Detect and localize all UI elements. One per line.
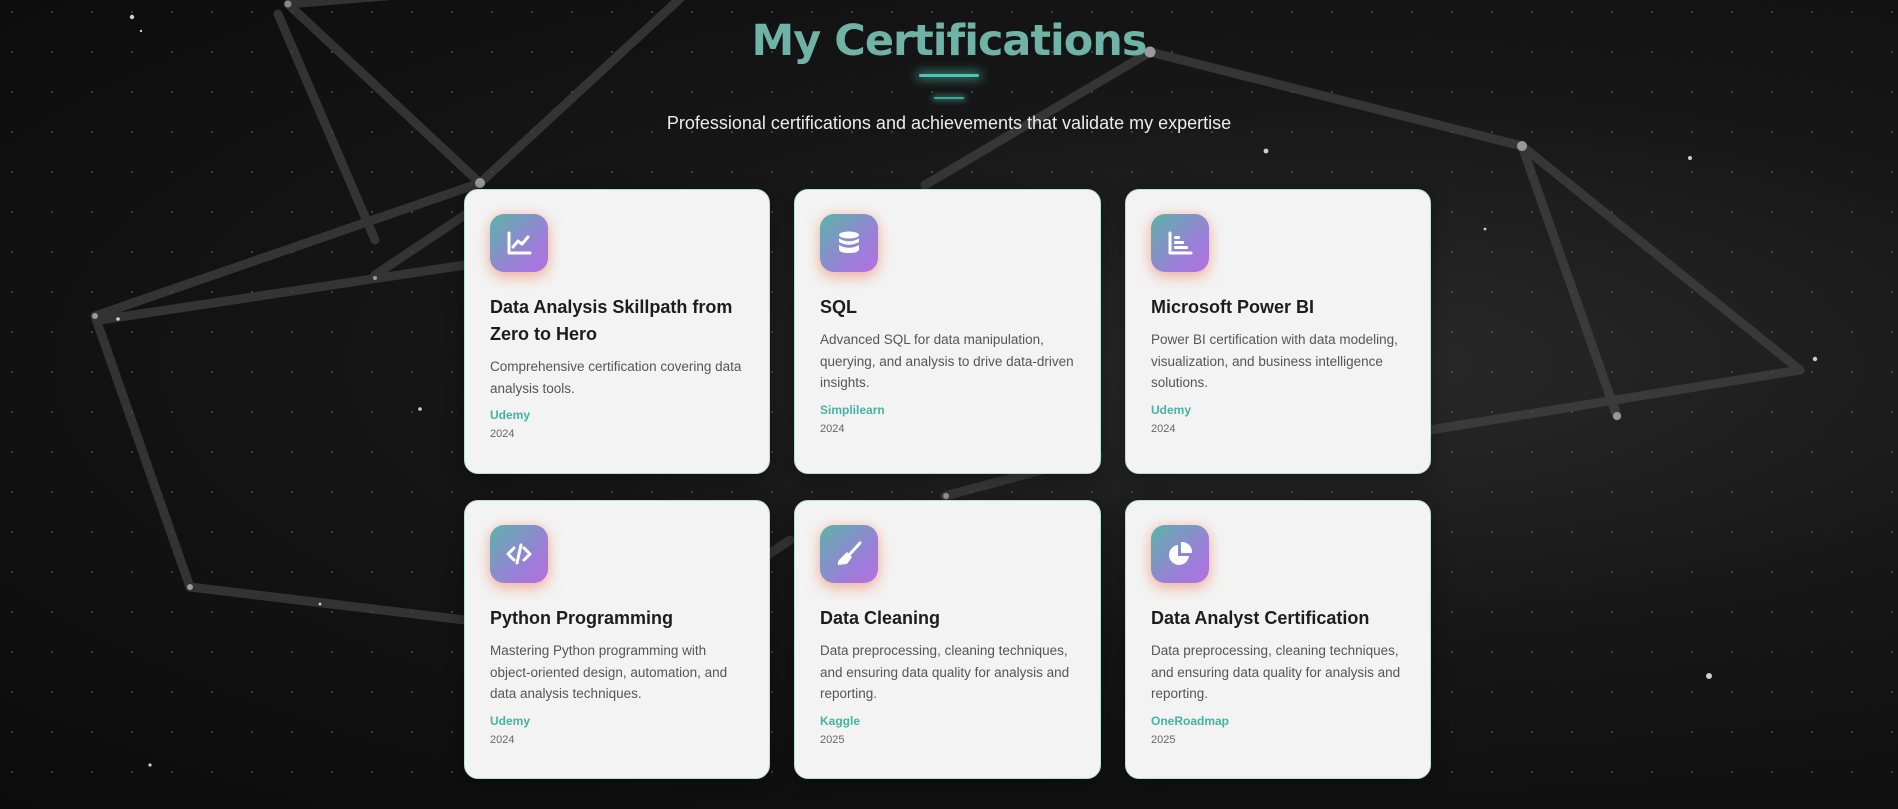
certification-year: 2024 — [1151, 422, 1176, 435]
certifications-grid: Data Analysis Skillpath from Zero to Her… — [464, 189, 1431, 474]
certification-title: Python Programming — [490, 608, 674, 628]
certification-card[interactable]: Data Analyst Certification Data preproce… — [1125, 500, 1431, 779]
certification-year: 2025 — [1151, 733, 1176, 746]
certification-card[interactable]: Data Analysis Skillpath from Zero to Her… — [464, 189, 770, 474]
certification-title: SQL — [820, 297, 858, 317]
certification-issuer: Udemy — [490, 408, 531, 422]
certification-title: Microsoft Power BI — [1151, 297, 1315, 317]
certification-year: 2024 — [490, 733, 515, 746]
certification-title: Data Analysis Skillpath from Zero to Her… — [490, 297, 733, 344]
certification-issuer: OneRoadmap — [1151, 713, 1230, 728]
certification-year: 2025 — [820, 733, 845, 746]
certification-issuer: Udemy — [490, 713, 531, 728]
certification-card[interactable]: SQL Advanced SQL for data manipulation, … — [794, 189, 1101, 474]
bar-chart-icon — [1151, 214, 1209, 272]
title-underline-small — [934, 97, 964, 99]
certification-card[interactable]: Microsoft Power BI Power BI certificatio… — [1125, 189, 1431, 474]
certification-description: Data preprocessing, cleaning techniques,… — [1151, 643, 1401, 701]
certification-year: 2024 — [490, 428, 515, 440]
certification-description: Data preprocessing, cleaning techniques,… — [820, 643, 1070, 701]
certifications-grid-row-2: Python Programming Mastering Python prog… — [464, 500, 1431, 779]
certification-title: Data Analyst Certification — [1151, 608, 1370, 628]
certification-card[interactable]: Data Cleaning Data preprocessing, cleani… — [794, 500, 1101, 779]
database-icon — [820, 214, 878, 272]
certification-issuer: Simplilearn — [820, 402, 885, 417]
title-underline — [919, 74, 979, 77]
certification-description: Mastering Python programming with object… — [490, 643, 728, 701]
pie-chart-icon — [1151, 525, 1209, 583]
page-title: My Certifications — [751, 16, 1147, 66]
line-chart-icon — [490, 214, 548, 272]
certification-description: Advanced SQL for data manipulation, quer… — [820, 332, 1074, 390]
certification-title: Data Cleaning — [820, 608, 941, 628]
code-icon — [490, 525, 548, 583]
page-subtitle: Professional certifications and achievem… — [666, 113, 1232, 133]
broom-icon — [820, 525, 878, 583]
certification-year: 2024 — [820, 422, 845, 435]
certification-description: Power BI certification with data modelin… — [1151, 332, 1398, 390]
certification-card[interactable]: Python Programming Mastering Python prog… — [464, 500, 770, 779]
certification-issuer: Kaggle — [820, 713, 861, 728]
certification-issuer: Udemy — [1151, 402, 1192, 417]
certification-description: Comprehensive certification covering dat… — [490, 359, 742, 396]
